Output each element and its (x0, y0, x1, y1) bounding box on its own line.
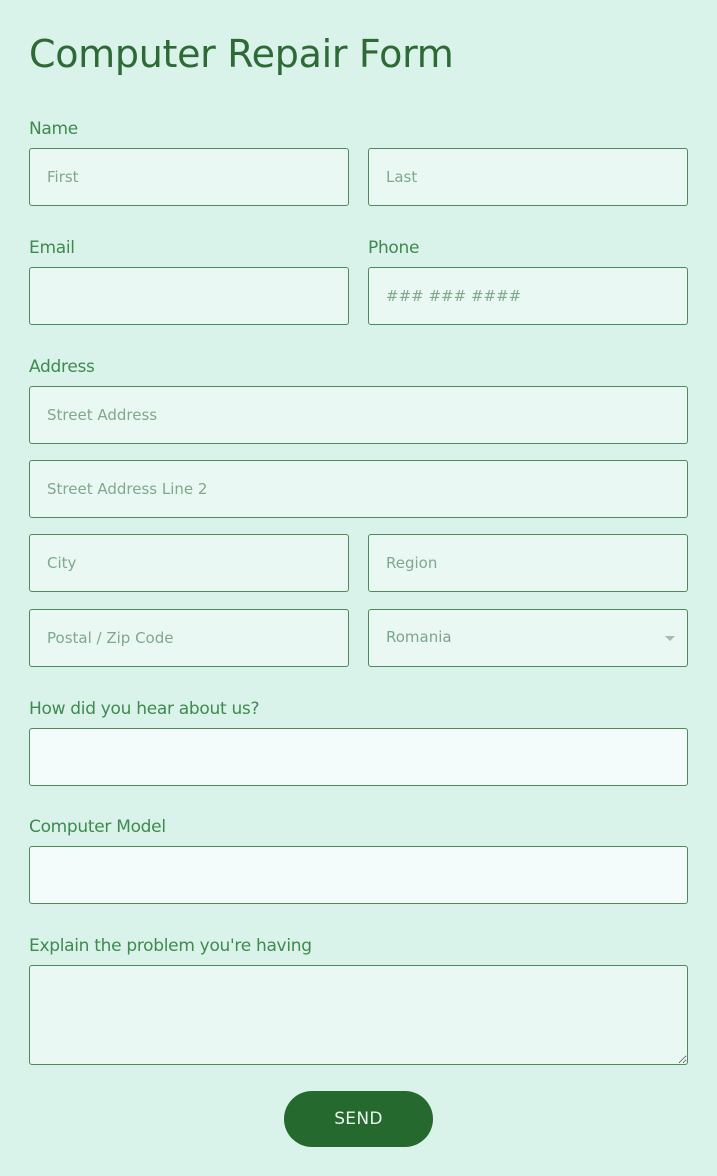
name-label: Name (29, 119, 78, 139)
problem-textarea[interactable] (29, 965, 688, 1065)
phone-label: Phone (368, 238, 420, 258)
region-input[interactable] (368, 534, 688, 592)
first-name-input[interactable] (29, 148, 349, 206)
chevron-down-icon (665, 636, 675, 641)
last-name-input[interactable] (368, 148, 688, 206)
email-input[interactable] (29, 267, 349, 325)
country-select[interactable]: Romania (368, 609, 688, 667)
computer-model-input[interactable] (29, 846, 688, 904)
country-select-value: Romania (386, 628, 452, 646)
address-label: Address (29, 357, 95, 377)
street-address-input[interactable] (29, 386, 688, 444)
street-address-line2-input[interactable] (29, 460, 688, 518)
page-title: Computer Repair Form (29, 32, 454, 76)
email-label: Email (29, 238, 75, 258)
problem-label: Explain the problem you're having (29, 936, 312, 956)
referral-label: How did you hear about us? (29, 699, 260, 719)
computer-model-label: Computer Model (29, 817, 166, 837)
send-button[interactable]: SEND (284, 1091, 433, 1147)
city-input[interactable] (29, 534, 349, 592)
referral-input[interactable] (29, 728, 688, 786)
phone-input[interactable] (368, 267, 688, 325)
postal-code-input[interactable] (29, 609, 349, 667)
